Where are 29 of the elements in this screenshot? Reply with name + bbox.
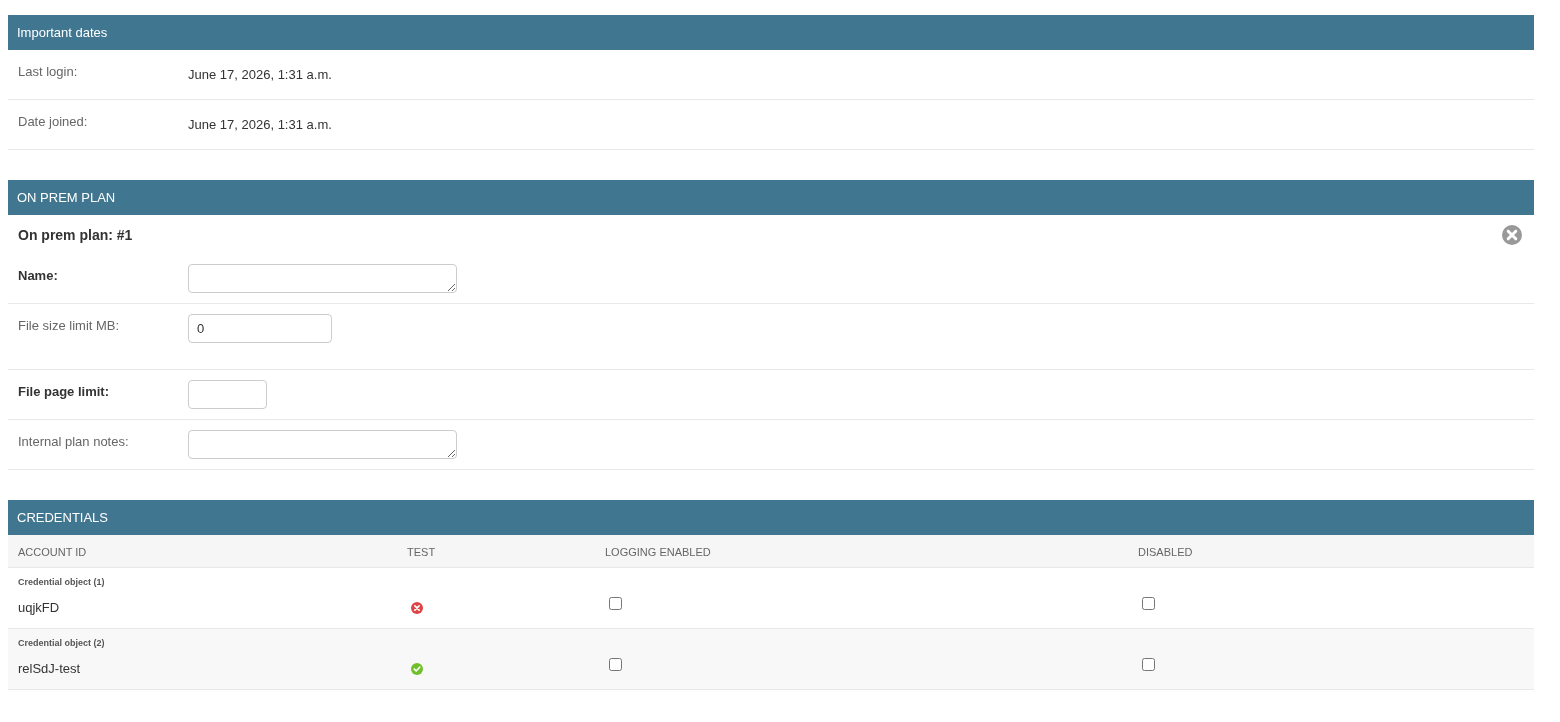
field-label: File page limit: [18, 383, 110, 400]
field-label: File size limit MB: [18, 317, 121, 334]
account-id: relSdJ-test [18, 661, 82, 677]
section-header: Important dates [8, 15, 1534, 50]
field-label: Date joined: [18, 113, 89, 130]
account-id: uqjkFD [18, 600, 61, 616]
field-label: Name: [18, 267, 59, 284]
text-area-field[interactable] [188, 264, 457, 293]
field-label: Last login: [18, 63, 79, 80]
section-header: ON PREM PLAN [8, 180, 1534, 215]
column-header: TEST [407, 546, 436, 558]
field-value: June 17, 2026, 1:31 a.m. [188, 66, 332, 83]
field-value: June 17, 2026, 1:31 a.m. [188, 116, 332, 133]
checkbox[interactable] [1142, 597, 1155, 610]
close-icon[interactable] [1502, 225, 1522, 245]
number-field[interactable] [188, 380, 267, 409]
section-header: CREDENTIALS [8, 500, 1534, 535]
item-title: On prem plan: #1 [18, 226, 133, 244]
row-caption: Credential object (1) [18, 576, 106, 588]
text-area-field[interactable] [188, 430, 457, 459]
column-header: LOGGING ENABLED [605, 546, 711, 558]
checkbox[interactable] [609, 597, 622, 610]
column-header: DISABLED [1138, 546, 1193, 558]
column-header: ACCOUNT ID [18, 546, 87, 558]
checkbox[interactable] [1142, 658, 1155, 671]
field-label: Internal plan notes: [18, 433, 130, 450]
row-caption: Credential object (2) [18, 637, 106, 649]
checkbox[interactable] [609, 658, 622, 671]
number-field[interactable]: 0 [188, 314, 332, 343]
